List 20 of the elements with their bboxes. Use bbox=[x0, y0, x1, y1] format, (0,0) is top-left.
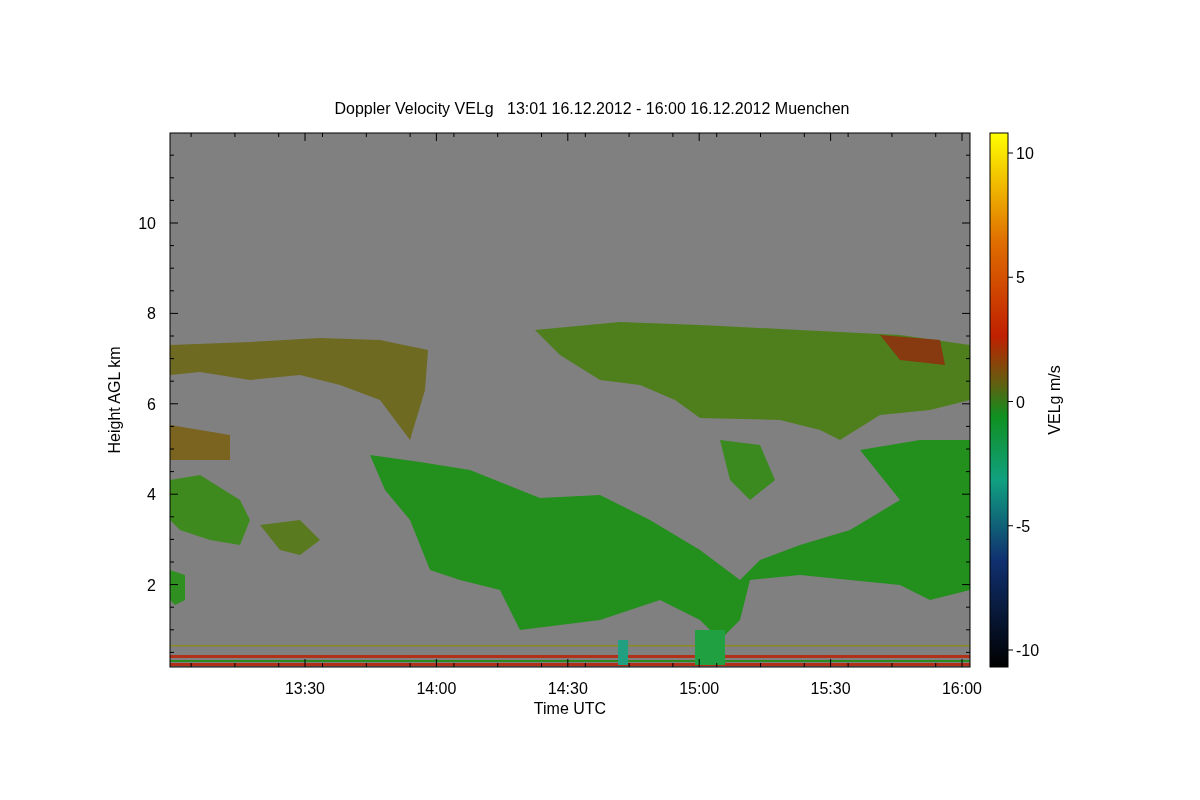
x-tick-label: 13:30 bbox=[285, 680, 325, 697]
x-tick-label: 15:30 bbox=[810, 680, 851, 697]
y-tick-label: 2 bbox=[147, 576, 156, 594]
y-axis-label: Height AGL km bbox=[106, 346, 123, 454]
colorbar-tick-label: -10 bbox=[1016, 642, 1040, 659]
y-tick-label: 8 bbox=[147, 305, 156, 323]
y-tick-label: 4 bbox=[147, 486, 156, 504]
colorbar-label: VELg m/s bbox=[1046, 365, 1063, 435]
colorbar-tick-label: 5 bbox=[1016, 269, 1025, 287]
colorbar-tick-label: 0 bbox=[1016, 393, 1025, 411]
x-tick-label: 15:00 bbox=[679, 680, 720, 697]
x-tick-label: 14:00 bbox=[416, 680, 457, 697]
chart-title: Doppler Velocity VELg 13:01 16.12.2012 - 16:00 16.12.2012 Muenchen bbox=[334, 100, 850, 117]
x-tick-label: 16:00 bbox=[942, 680, 982, 697]
x-axis-label: Time UTC bbox=[533, 700, 607, 717]
y-tick-label: 10 bbox=[138, 215, 156, 232]
colorbar-tick-label: -5 bbox=[1016, 517, 1031, 535]
colorbar-tick-label: 10 bbox=[1016, 145, 1034, 162]
x-tick-label: 14:30 bbox=[547, 680, 588, 697]
y-tick-label: 6 bbox=[147, 395, 156, 413]
